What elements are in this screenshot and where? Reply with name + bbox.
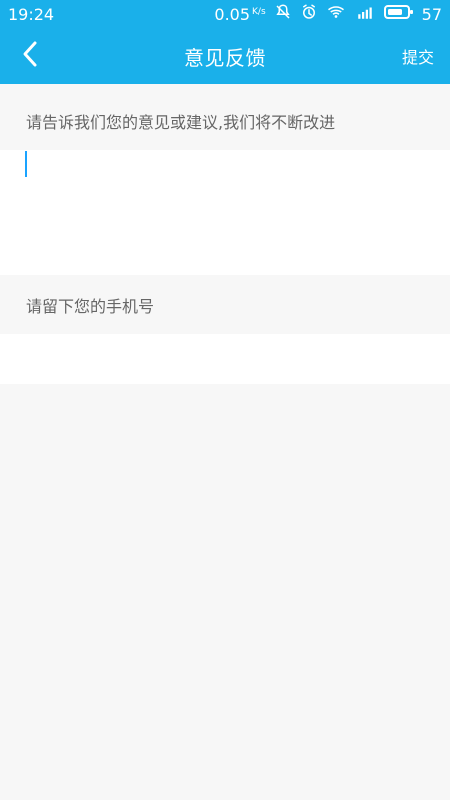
alarm-icon bbox=[300, 3, 318, 25]
app-bar: 意见反馈 提交 bbox=[0, 28, 450, 84]
battery-level: 57 bbox=[421, 4, 442, 24]
back-button[interactable] bbox=[10, 36, 50, 76]
phone-input-container bbox=[0, 334, 450, 384]
bell-off-icon bbox=[274, 3, 292, 25]
feedback-input[interactable] bbox=[0, 150, 450, 275]
battery-icon bbox=[383, 3, 414, 25]
phone-label: 请留下您的手机号 bbox=[0, 275, 450, 334]
feedback-input-container bbox=[0, 150, 450, 275]
page-title: 意见反馈 bbox=[184, 45, 266, 70]
chevron-left-icon bbox=[19, 40, 41, 72]
network-rate-value: 0.05 bbox=[214, 4, 251, 24]
signal-4g-icon bbox=[354, 3, 376, 25]
wifi-icon bbox=[326, 3, 346, 25]
status-time: 19:24 bbox=[8, 4, 55, 24]
feedback-label: 请告诉我们您的意见或建议,我们将不断改进 bbox=[0, 92, 450, 150]
status-icons: 0.05 K/s 57 bbox=[214, 3, 442, 25]
status-bar: 19:24 0.05 K/s 57 bbox=[0, 0, 450, 28]
phone-input[interactable] bbox=[0, 334, 450, 384]
network-rate-unit: K/s bbox=[252, 6, 266, 17]
network-rate: 0.05 K/s bbox=[214, 5, 265, 24]
text-caret bbox=[25, 151, 27, 177]
submit-button[interactable]: 提交 bbox=[402, 42, 434, 70]
